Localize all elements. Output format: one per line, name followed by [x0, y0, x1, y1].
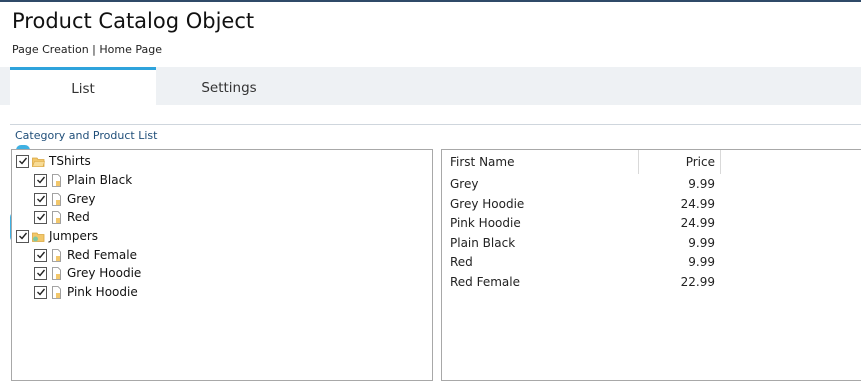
- document-icon: [50, 210, 63, 224]
- table-row[interactable]: Plain Black 9.99: [442, 234, 722, 253]
- cell-price: 9.99: [688, 177, 715, 191]
- cell-price: 9.99: [688, 236, 715, 250]
- folder-icon: [32, 230, 45, 243]
- section-divider: [10, 124, 861, 125]
- window-top-border: [0, 0, 861, 2]
- tree-item-label: Red: [67, 210, 90, 224]
- checkbox-red-female[interactable]: [34, 248, 47, 262]
- folder-open-icon: [32, 155, 45, 168]
- tree-item-red-female[interactable]: Red Female: [34, 246, 137, 264]
- table-row[interactable]: Grey Hoodie 24.99: [442, 195, 722, 214]
- tree-item-grey[interactable]: Grey: [34, 190, 95, 208]
- tree-item-label: Plain Black: [67, 173, 133, 187]
- checkbox-jumpers[interactable]: [16, 229, 29, 243]
- cell-first-name: Plain Black: [450, 236, 516, 250]
- section-label: Category and Product List: [15, 129, 158, 142]
- checkbox-grey-hoodie[interactable]: [34, 266, 47, 280]
- cell-price: 24.99: [680, 197, 715, 211]
- tree-item-grey-hoodie[interactable]: Grey Hoodie: [34, 264, 141, 282]
- cell-first-name: Pink Hoodie: [450, 216, 521, 230]
- checkbox-plain-black[interactable]: [34, 173, 47, 187]
- cell-first-name: Red: [450, 255, 473, 269]
- tree-item-label: Grey: [67, 192, 96, 206]
- tree-item-label: Pink Hoodie: [67, 285, 138, 299]
- cell-price: 24.99: [680, 216, 715, 230]
- checkbox-grey[interactable]: [34, 192, 47, 206]
- tree-category-jumpers[interactable]: Jumpers: [16, 227, 98, 245]
- cell-first-name: Grey: [450, 177, 479, 191]
- cell-price: 9.99: [688, 255, 715, 269]
- tab-list[interactable]: List: [10, 67, 156, 105]
- breadcrumb: Page Creation | Home Page: [12, 43, 162, 56]
- tree-item-red[interactable]: Red: [34, 208, 90, 226]
- document-icon: [50, 248, 63, 262]
- product-grid[interactable]: First Name Price Grey 9.99 Grey Hoodie 2…: [441, 149, 861, 381]
- cell-first-name: Grey Hoodie: [450, 197, 525, 211]
- tree-item-label: Grey Hoodie: [67, 266, 142, 280]
- checkbox-tshirts[interactable]: [16, 154, 29, 168]
- tree-category-label: Jumpers: [49, 229, 99, 243]
- tab-bar: List Settings: [0, 67, 861, 105]
- category-tree[interactable]: TShirts Plain Black Grey Red Jumpers Red…: [11, 149, 433, 381]
- cell-first-name: Red Female: [450, 275, 521, 289]
- tree-category-tshirts[interactable]: TShirts: [16, 152, 91, 170]
- tab-settings[interactable]: Settings: [156, 67, 302, 105]
- grid-header: First Name Price: [442, 150, 861, 174]
- column-header-first-name[interactable]: First Name: [450, 155, 514, 169]
- tree-item-plain-black[interactable]: Plain Black: [34, 171, 132, 189]
- table-row[interactable]: Red 9.99: [442, 253, 722, 272]
- checkbox-red[interactable]: [34, 210, 47, 224]
- document-icon: [50, 173, 63, 187]
- cell-price: 22.99: [680, 275, 715, 289]
- document-icon: [50, 285, 63, 299]
- tree-item-pink-hoodie[interactable]: Pink Hoodie: [34, 283, 138, 301]
- page-title: Product Catalog Object: [12, 9, 255, 33]
- column-header-price[interactable]: Price: [638, 155, 715, 169]
- column-divider[interactable]: [720, 150, 721, 174]
- tree-item-label: Red Female: [67, 248, 138, 262]
- document-icon: [50, 266, 63, 280]
- document-icon: [50, 192, 63, 206]
- table-row[interactable]: Grey 9.99: [442, 175, 722, 194]
- checkbox-pink-hoodie[interactable]: [34, 285, 47, 299]
- table-row[interactable]: Pink Hoodie 24.99: [442, 214, 722, 233]
- tree-category-label: TShirts: [49, 154, 91, 168]
- table-row[interactable]: Red Female 22.99: [442, 273, 722, 292]
